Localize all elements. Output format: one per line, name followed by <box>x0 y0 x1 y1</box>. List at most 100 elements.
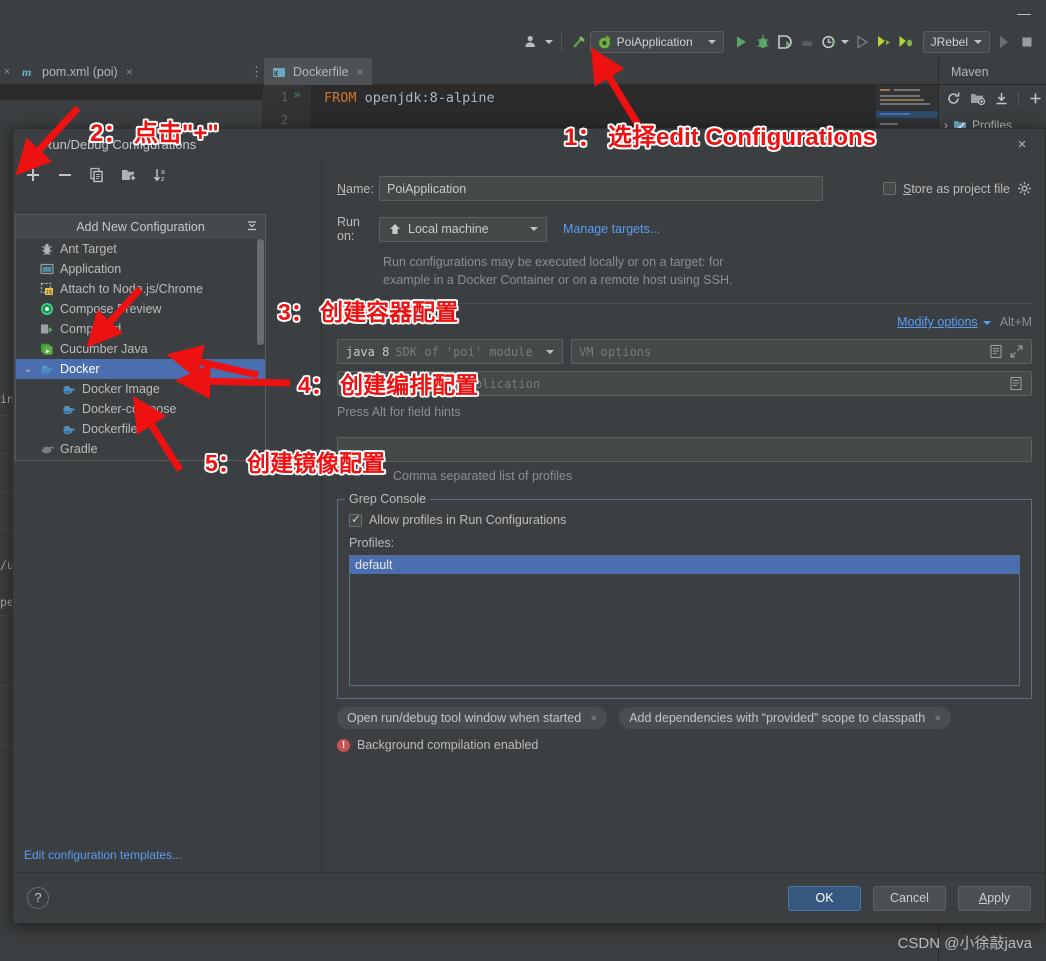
tab-pom-xml[interactable]: m pom.xml (poi) × <box>14 58 141 85</box>
ide-main-toolbar: PoiApplication JRebel <box>0 26 1046 58</box>
code-value: openjdk:8-alpine <box>356 90 495 106</box>
tab-label: pom.xml (poi) <box>42 64 118 79</box>
jrebel-selector[interactable]: JRebel <box>922 31 990 53</box>
dialog-close-button[interactable]: × <box>1013 136 1031 154</box>
apply-button[interactable]: Apply <box>958 885 1031 911</box>
maven-tool-window-title[interactable]: Maven <box>938 58 1046 85</box>
jre-vm-row: java 8 SDK of 'poi' module VM options <box>337 339 1032 364</box>
chip-provided-scope[interactable]: Add dependencies with “provided” scope t… <box>619 707 952 729</box>
chip-label: Add dependencies with “provided” scope t… <box>629 711 926 725</box>
plus-icon[interactable] <box>1028 91 1043 106</box>
svg-text:D: D <box>274 71 278 77</box>
tab-scroll-left[interactable]: × <box>0 58 14 85</box>
chevron-down-icon[interactable]: ⌄ <box>24 364 32 375</box>
run-on-hint-line-1: Run configurations may be executed local… <box>383 255 724 269</box>
docker-icon <box>40 362 54 376</box>
modify-options-link[interactable]: Modify options <box>897 315 978 329</box>
configuration-type-label: Compound <box>60 322 122 336</box>
gear-icon[interactable] <box>1017 181 1032 196</box>
configuration-type-label: Docker <box>60 362 100 376</box>
cancel-button[interactable]: Cancel <box>873 885 946 911</box>
stop-icon <box>1018 33 1036 51</box>
run-with-coverage-icon <box>776 33 794 51</box>
svg-text:m: m <box>22 65 31 79</box>
expand-icon[interactable] <box>1010 345 1023 361</box>
name-label: Name: <box>337 181 374 196</box>
add-configuration-button[interactable] <box>24 166 42 184</box>
download-sources-icon[interactable] <box>994 91 1009 106</box>
add-maven-project-icon[interactable] <box>970 91 986 106</box>
allow-profiles-row[interactable]: Allow profiles in Run Configurations <box>349 512 1020 527</box>
window-minimize-button[interactable]: — <box>1016 5 1032 21</box>
configuration-type-item[interactable]: Docker Image <box>16 379 265 399</box>
vm-options-placeholder: VM options <box>579 344 652 359</box>
jrebel-leaf-icon <box>996 33 1014 51</box>
stop-button[interactable] <box>1018 30 1036 54</box>
profiles-list[interactable]: default <box>349 555 1020 686</box>
vm-options-input[interactable]: VM options <box>571 339 1032 364</box>
run-button[interactable] <box>732 30 750 54</box>
run-gutter-icon[interactable]: » <box>294 89 300 101</box>
configuration-type-item[interactable]: Compose Preview <box>16 299 265 319</box>
user-avatar-button[interactable] <box>523 30 553 54</box>
move-into-folder-button[interactable] <box>120 166 138 184</box>
close-icon[interactable]: × <box>934 711 941 725</box>
jre-combo[interactable]: java 8 SDK of 'poi' module <box>337 339 563 364</box>
run-on-row: Run on: Local machine Manage targets... <box>337 215 1032 243</box>
close-icon[interactable]: × <box>357 65 364 79</box>
copy-configuration-button[interactable] <box>88 166 106 184</box>
configuration-type-item[interactable]: Cucumber Java <box>16 339 265 359</box>
configuration-type-list[interactable]: Ant Target Application JS Attach to Node.js… <box>16 239 265 461</box>
manage-targets-link[interactable]: Manage targets... <box>563 222 660 236</box>
refresh-icon[interactable] <box>946 91 961 106</box>
jrebel-run-button[interactable] <box>875 30 893 54</box>
run-on-value: Local machine <box>408 222 489 236</box>
profile-row[interactable]: default <box>350 556 1019 574</box>
run-history-button[interactable] <box>820 30 849 54</box>
jrebel-debug-button[interactable] <box>897 30 915 54</box>
close-icon[interactable]: × <box>590 711 597 725</box>
close-icon[interactable]: × <box>126 65 133 79</box>
compose-preview-icon <box>40 302 54 316</box>
configuration-type-item[interactable]: Compound <box>16 319 265 339</box>
profiler-button[interactable] <box>798 30 816 54</box>
sort-configurations-button[interactable]: a z <box>152 166 170 184</box>
jrebel-extra-button[interactable] <box>996 30 1014 54</box>
configuration-type-item[interactable]: Ant Target <box>16 239 265 259</box>
profiles-input[interactable] <box>337 437 1032 462</box>
cucumber-icon <box>40 342 54 356</box>
insert-macro-icon[interactable] <box>989 344 1003 362</box>
alt-hint-text: Press Alt for field hints <box>337 405 461 419</box>
store-as-project-file-checkbox[interactable] <box>882 182 896 195</box>
configuration-type-item[interactable]: ⌄ Docker <box>16 359 265 379</box>
debug-button[interactable] <box>754 30 772 54</box>
tab-overflow-menu[interactable]: ⋮ <box>250 64 263 80</box>
toolbar-divider <box>560 33 562 51</box>
chip-open-run-window[interactable]: Open run/debug tool window when started … <box>337 707 608 729</box>
svg-text:JS: JS <box>46 290 53 296</box>
spring-boot-icon <box>597 35 612 50</box>
tab-dockerfile[interactable]: D Dockerfile × <box>264 58 372 85</box>
chevron-down-icon <box>546 349 554 354</box>
configuration-type-item[interactable]: Docker-compose <box>16 399 265 419</box>
build-project-button[interactable] <box>570 30 588 54</box>
run-on-combo[interactable]: Local machine <box>379 216 547 242</box>
help-button[interactable]: ? <box>27 887 49 909</box>
chevron-down-icon <box>530 227 538 231</box>
configuration-type-item[interactable]: Application <box>16 259 265 279</box>
allow-profiles-checkbox[interactable] <box>349 512 362 527</box>
collapse-all-icon[interactable] <box>246 220 258 235</box>
run-dim-button[interactable] <box>853 30 871 54</box>
insert-macro-icon[interactable] <box>1009 376 1023 394</box>
remove-configuration-button[interactable] <box>56 166 74 184</box>
configuration-type-item[interactable]: JS Attach to Node.js/Chrome <box>16 279 265 299</box>
store-as-project-file-label: Store as project file <box>902 181 1010 196</box>
configuration-type-item[interactable]: Dockerfile <box>16 419 265 439</box>
run-with-coverage-button[interactable] <box>776 30 794 54</box>
ok-button[interactable]: OK <box>788 885 861 911</box>
annotation-text: 4： 创建编排配置 <box>298 372 479 398</box>
edit-configuration-templates-link[interactable]: Edit configuration templates... <box>24 848 182 862</box>
run-configuration-selector[interactable]: PoiApplication <box>589 31 724 53</box>
docker-icon <box>62 422 76 436</box>
name-input[interactable]: PoiApplication <box>379 176 823 201</box>
